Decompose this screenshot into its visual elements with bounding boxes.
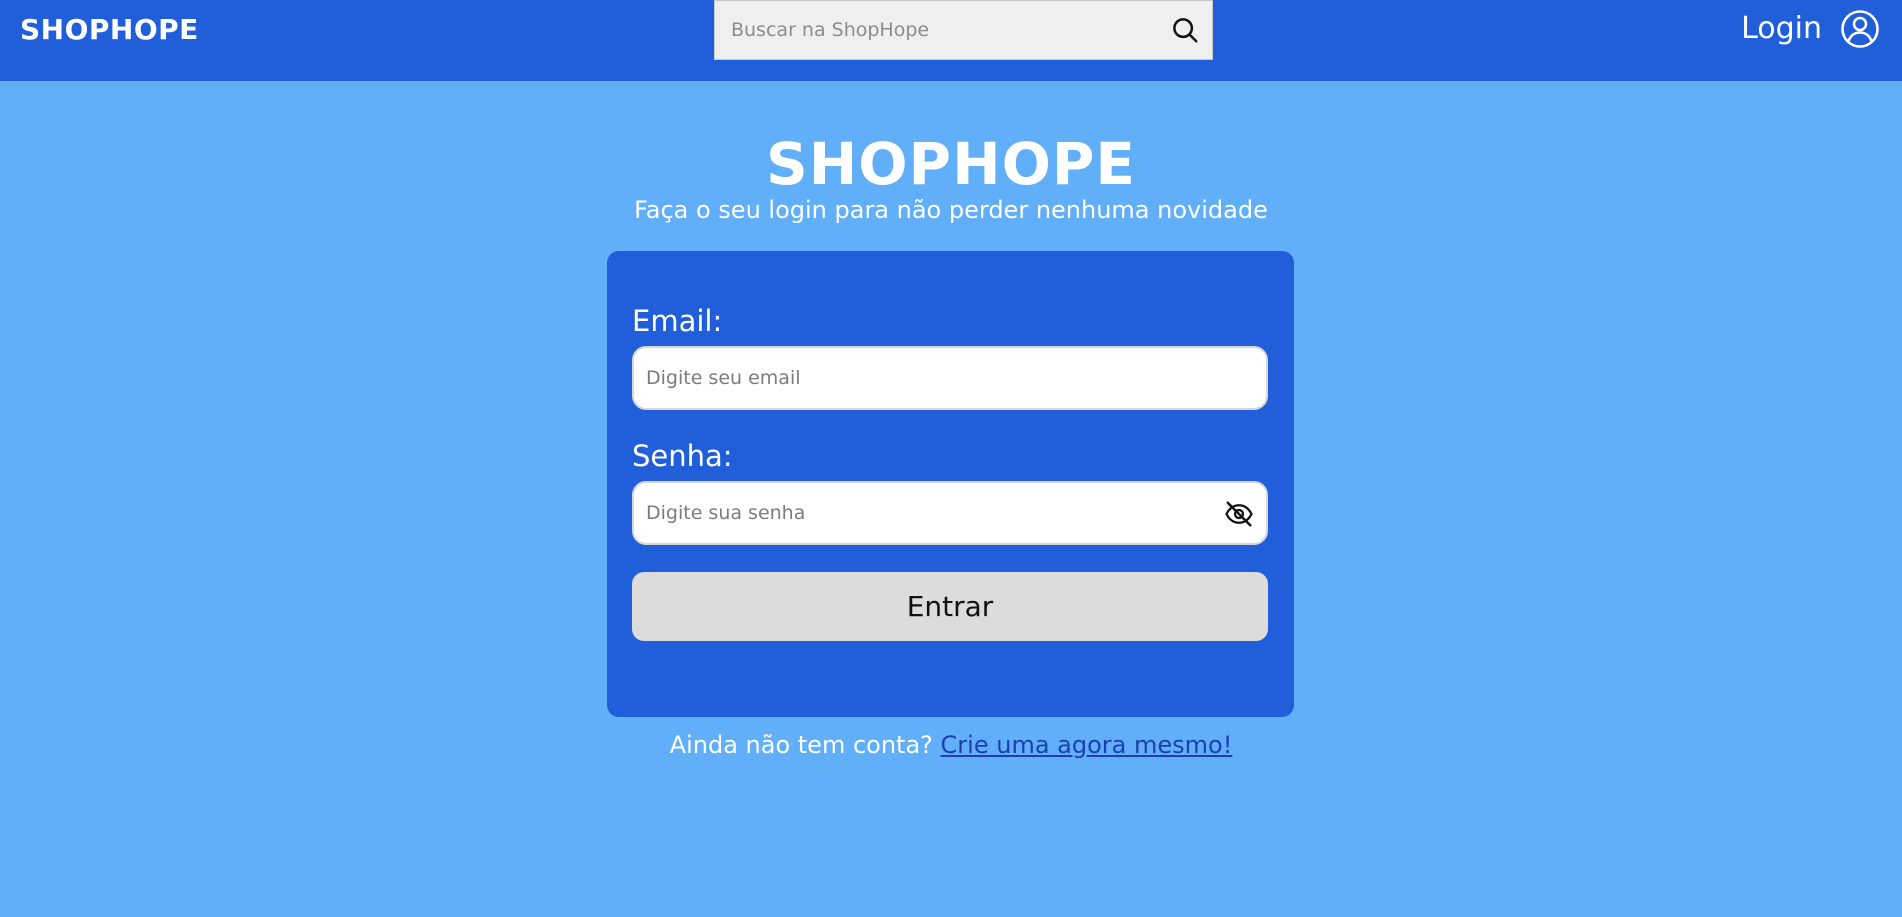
search-icon[interactable]: [1170, 15, 1200, 45]
login-nav-button[interactable]: Login: [1741, 8, 1880, 50]
brand-logo[interactable]: SHOPHOPE: [20, 12, 199, 48]
password-label: Senha:: [632, 439, 733, 473]
eye-off-icon[interactable]: [1224, 499, 1254, 529]
email-label: Email:: [632, 304, 723, 338]
password-field[interactable]: [646, 483, 1206, 543]
login-label[interactable]: Login: [1741, 8, 1822, 50]
search-bar: [714, 0, 1213, 60]
login-submit-button[interactable]: Entrar: [632, 572, 1268, 641]
search-input[interactable]: [731, 1, 1151, 59]
page-title: SHOPHOPE: [765, 130, 1137, 198]
login-card: Email: Senha: Entrar: [607, 251, 1294, 717]
user-circle-icon[interactable]: [1840, 9, 1880, 49]
password-field-box: [632, 481, 1268, 545]
signup-prompt: Ainda não tem conta? Crie uma agora mesm…: [0, 728, 1902, 762]
email-field-box: [632, 346, 1268, 410]
signup-prompt-text: Ainda não tem conta?: [669, 731, 933, 759]
signup-link[interactable]: Crie uma agora mesmo!: [941, 731, 1233, 759]
page-subtitle: Faça o seu login para não perder nenhuma…: [634, 196, 1268, 224]
email-field[interactable]: [646, 348, 1206, 408]
top-navbar: SHOPHOPE Login: [0, 0, 1902, 81]
